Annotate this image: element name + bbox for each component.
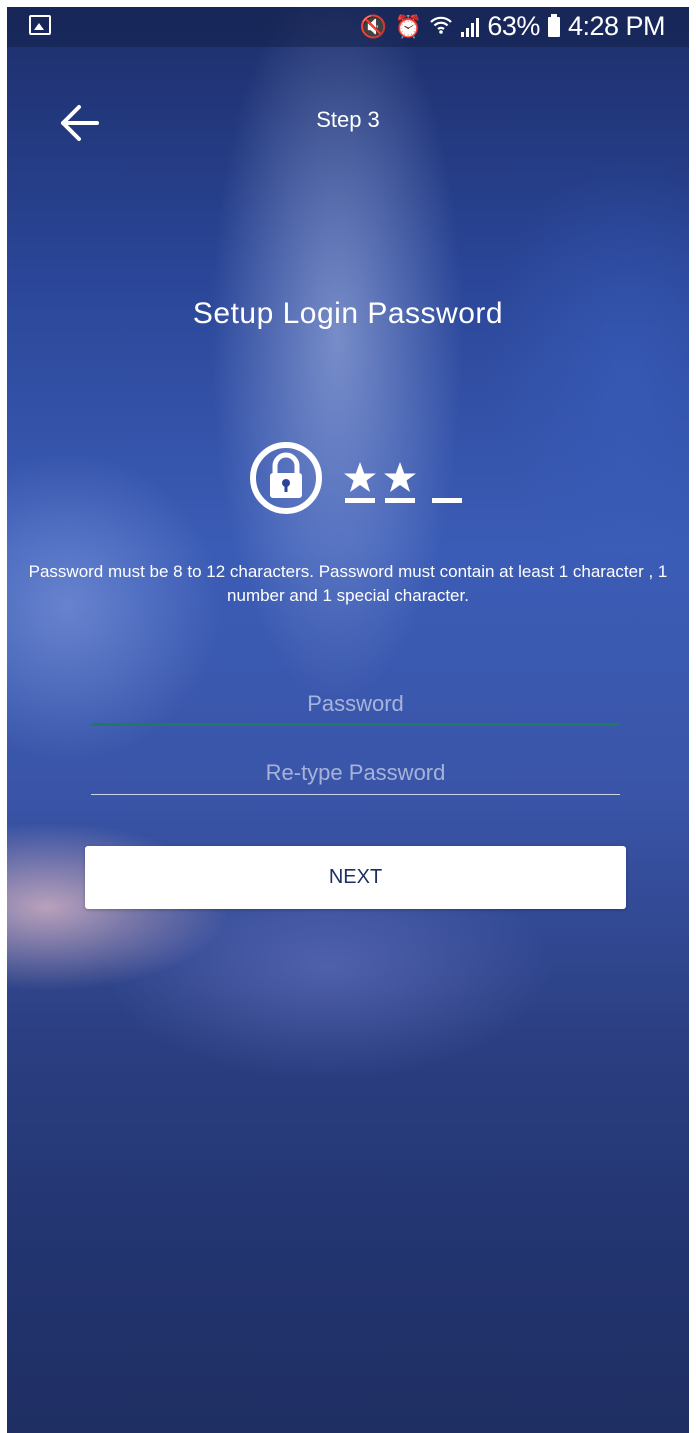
signal-icon bbox=[461, 17, 480, 37]
clock: 4:28 PM bbox=[567, 11, 666, 41]
password-illustration bbox=[250, 440, 470, 520]
lock-icon bbox=[250, 442, 462, 514]
mute-icon: 🔇 bbox=[359, 13, 387, 39]
password-rules: Password must be 8 to 12 characters. Pas… bbox=[28, 562, 668, 605]
status-bar: 🔇 ⏰ 63% 4:28 PM bbox=[7, 7, 689, 47]
battery-percent: 63% bbox=[487, 11, 540, 41]
next-button[interactable]: NEXT bbox=[85, 846, 626, 909]
gallery-icon bbox=[29, 15, 51, 35]
status-icons: 🔇 ⏰ 63% 4:28 PM bbox=[359, 11, 666, 42]
retype-underline bbox=[91, 794, 620, 795]
password-input[interactable] bbox=[91, 682, 620, 726]
step-title: Step 3 bbox=[316, 107, 380, 132]
battery-icon bbox=[547, 13, 560, 37]
header: Step 3 bbox=[7, 87, 689, 157]
password-field[interactable] bbox=[91, 682, 620, 726]
retype-password-field[interactable] bbox=[91, 751, 620, 795]
retype-password-input[interactable] bbox=[91, 751, 620, 795]
password-underline bbox=[91, 723, 620, 726]
wifi-icon bbox=[429, 15, 453, 39]
alarm-icon: ⏰ bbox=[394, 13, 422, 39]
page-title: Setup Login Password bbox=[192, 297, 504, 330]
app-screen: 🔇 ⏰ 63% 4:28 PM Step 3 Setup Login Passw… bbox=[7, 7, 689, 1433]
